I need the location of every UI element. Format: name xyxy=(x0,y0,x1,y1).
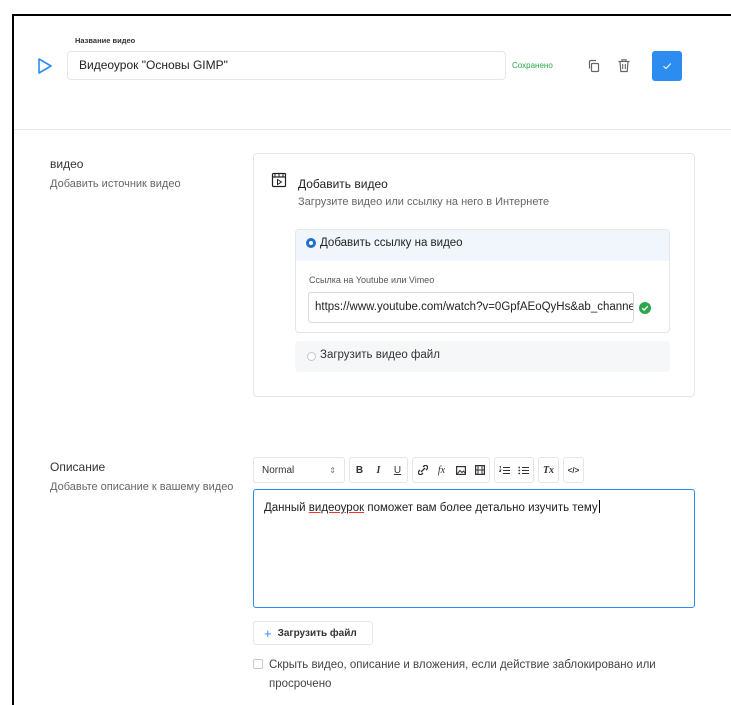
text-cursor xyxy=(598,500,600,513)
video-title-label: Название видео xyxy=(75,36,136,45)
film-icon xyxy=(474,465,485,475)
code-group: </> xyxy=(563,457,584,483)
hide-video-checkbox-label[interactable]: Скрыть видео, описание и вложения, если … xyxy=(269,656,699,694)
description-section-description: Добавьте описание к вашему видео xyxy=(50,481,234,493)
hide-video-checkbox[interactable] xyxy=(253,659,263,669)
link-button[interactable] xyxy=(413,458,432,482)
editor-toolbar: Normal ⇕ B I U fx Tx </> xyxy=(253,456,588,484)
editor-text-end: поможет вам более детально изучить тему xyxy=(364,502,598,514)
video-url-input[interactable]: https://www.youtube.com/watch?v=0GpfAEoQ… xyxy=(308,292,634,323)
play-icon[interactable] xyxy=(36,57,54,75)
upload-video-option-label[interactable]: Загрузить видео файл xyxy=(320,349,440,361)
ordered-list-icon xyxy=(499,465,510,474)
italic-button[interactable]: I xyxy=(369,458,388,482)
format-select[interactable]: Normal ⇕ xyxy=(253,457,345,483)
list-group xyxy=(494,457,534,483)
video-file-icon xyxy=(271,172,287,188)
image-button[interactable] xyxy=(451,458,470,482)
code-view-button[interactable]: </> xyxy=(564,458,583,482)
bullet-list-button[interactable] xyxy=(514,458,533,482)
copy-icon[interactable] xyxy=(587,59,601,73)
video-title-input[interactable]: Видеоурок "Основы GIMP" xyxy=(67,51,506,80)
plus-icon: + xyxy=(264,625,272,641)
confirm-button[interactable] xyxy=(652,51,682,81)
format-select-value: Normal xyxy=(262,464,295,476)
link-icon xyxy=(417,465,428,475)
clear-format-button[interactable]: Tx xyxy=(539,458,558,482)
editor-misspelled-word: видеоурок xyxy=(308,502,365,514)
saved-status: Сохранено xyxy=(512,61,553,70)
trash-icon[interactable] xyxy=(617,58,631,73)
bullet-list-icon xyxy=(518,466,529,474)
video-link-radio[interactable] xyxy=(306,238,316,248)
editor-text-start: Данный xyxy=(264,502,309,514)
add-video-subtitle: Загрузите видео или ссылку на него в Инт… xyxy=(298,196,550,208)
formula-button[interactable]: fx xyxy=(432,458,451,482)
video-embed-button[interactable] xyxy=(470,458,489,482)
video-link-option-label[interactable]: Добавить ссылку на видео xyxy=(320,237,463,249)
bold-button[interactable]: B xyxy=(350,458,369,482)
description-section-title: Описание xyxy=(50,460,106,474)
select-arrows-icon: ⇕ xyxy=(329,465,336,475)
upload-file-button[interactable]: + Загрузить файл xyxy=(253,621,373,645)
check-icon xyxy=(663,63,672,70)
video-url-label: Ссылка на Youtube или Vimeo xyxy=(309,275,435,285)
clear-format-group: Tx xyxy=(538,457,559,483)
description-editor[interactable]: Данный видеоурок поможет вам более детал… xyxy=(253,489,695,608)
upload-file-label: Загрузить файл xyxy=(277,627,357,639)
underline-button[interactable]: U xyxy=(388,458,407,482)
url-valid-check-icon xyxy=(639,302,651,314)
upload-video-radio[interactable] xyxy=(307,352,316,361)
text-style-group: B I U xyxy=(349,457,408,483)
page: Название видео Видеоурок "Основы GIMP" С… xyxy=(0,0,731,705)
video-section-description: Добавить источник видео xyxy=(50,178,181,190)
video-section-title: видео xyxy=(50,157,84,171)
add-video-title: Добавить видео xyxy=(298,177,388,191)
insert-group: fx xyxy=(412,457,490,483)
image-icon xyxy=(455,465,466,475)
ordered-list-button[interactable] xyxy=(495,458,514,482)
